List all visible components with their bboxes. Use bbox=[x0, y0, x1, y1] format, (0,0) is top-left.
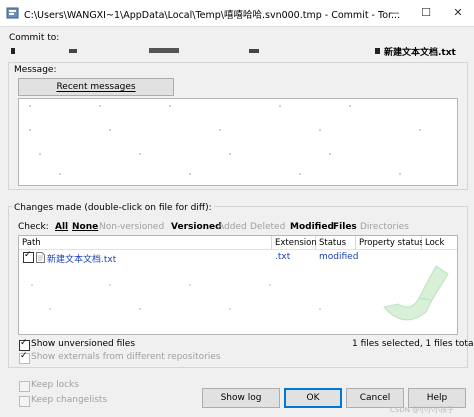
ok-button[interactable]: OK bbox=[284, 388, 342, 408]
redacted-url-marks bbox=[11, 48, 380, 54]
filter-non-versioned[interactable]: Non-versioned bbox=[99, 222, 164, 232]
filter-added[interactable]: Added bbox=[218, 222, 247, 232]
recent-messages-button[interactable]: Recent messages bbox=[18, 78, 174, 96]
show-log-button[interactable]: Show log bbox=[202, 388, 280, 408]
filter-files[interactable]: Files bbox=[333, 222, 357, 232]
close-button[interactable]: ✕ bbox=[442, 0, 474, 26]
show-externals-checkbox[interactable] bbox=[19, 351, 30, 364]
tortoisesvn-app-icon bbox=[6, 7, 19, 19]
keep-changelists-label: Keep changelists bbox=[31, 395, 108, 405]
column-extension[interactable]: Extension bbox=[272, 236, 317, 250]
show-externals-label: Show externals from different repositori… bbox=[31, 352, 221, 362]
commit-url-redacted bbox=[9, 45, 381, 57]
row-path: 新建文本文档.txt bbox=[47, 255, 117, 265]
filter-modified[interactable]: Modified bbox=[290, 222, 334, 232]
row-extension: .txt bbox=[275, 252, 291, 262]
filter-all[interactable]: All bbox=[55, 222, 68, 232]
window-title: C:\Users\WANGXI~1\AppData\Local\Temp\嘻嘻哈… bbox=[24, 10, 401, 21]
row-status: modified bbox=[319, 252, 359, 262]
show-unversioned-label: Show unversioned files bbox=[31, 339, 136, 349]
list-placeholder-dots bbox=[31, 284, 321, 310]
column-lock[interactable]: Lock bbox=[422, 236, 457, 250]
commit-url-file: 新建文本文档.txt bbox=[384, 48, 456, 58]
filter-deleted[interactable]: Deleted bbox=[250, 222, 285, 232]
column-property-status[interactable]: Property status bbox=[356, 236, 424, 250]
message-placeholder-dots bbox=[29, 105, 421, 175]
filter-none[interactable]: None bbox=[72, 222, 98, 232]
maximize-button[interactable]: ☐ bbox=[410, 0, 442, 26]
filter-versioned[interactable]: Versioned bbox=[171, 222, 222, 232]
minimize-button[interactable]: — bbox=[378, 0, 410, 26]
check-label: Check: bbox=[18, 222, 49, 232]
recent-messages-label: Recent messages bbox=[56, 82, 136, 92]
changed-files-list[interactable]: Path Extension Status Property status Lo… bbox=[18, 235, 458, 335]
keep-locks-label: Keep locks bbox=[31, 380, 79, 390]
text-file-icon bbox=[36, 252, 45, 263]
message-label: Message: bbox=[12, 65, 59, 75]
message-textarea[interactable] bbox=[18, 98, 458, 186]
watermark-text: CSDN @小小小孩子 bbox=[390, 406, 455, 414]
title-bar: C:\Users\WANGXI~1\AppData\Local\Temp\嘻嘻哈… bbox=[0, 0, 474, 27]
filter-directories[interactable]: Directories bbox=[360, 222, 409, 232]
keep-locks-checkbox[interactable] bbox=[19, 381, 30, 392]
column-status[interactable]: Status bbox=[316, 236, 356, 250]
selection-summary: 1 files selected, 1 files total bbox=[352, 339, 474, 349]
show-unversioned-checkbox[interactable] bbox=[19, 338, 30, 351]
keep-changelists-checkbox[interactable] bbox=[19, 396, 30, 407]
commit-to-label: Commit to: bbox=[9, 33, 60, 43]
row-checkbox[interactable] bbox=[23, 250, 34, 263]
changes-label: Changes made (double-click on file for d… bbox=[12, 203, 214, 213]
column-path[interactable]: Path bbox=[19, 236, 272, 250]
